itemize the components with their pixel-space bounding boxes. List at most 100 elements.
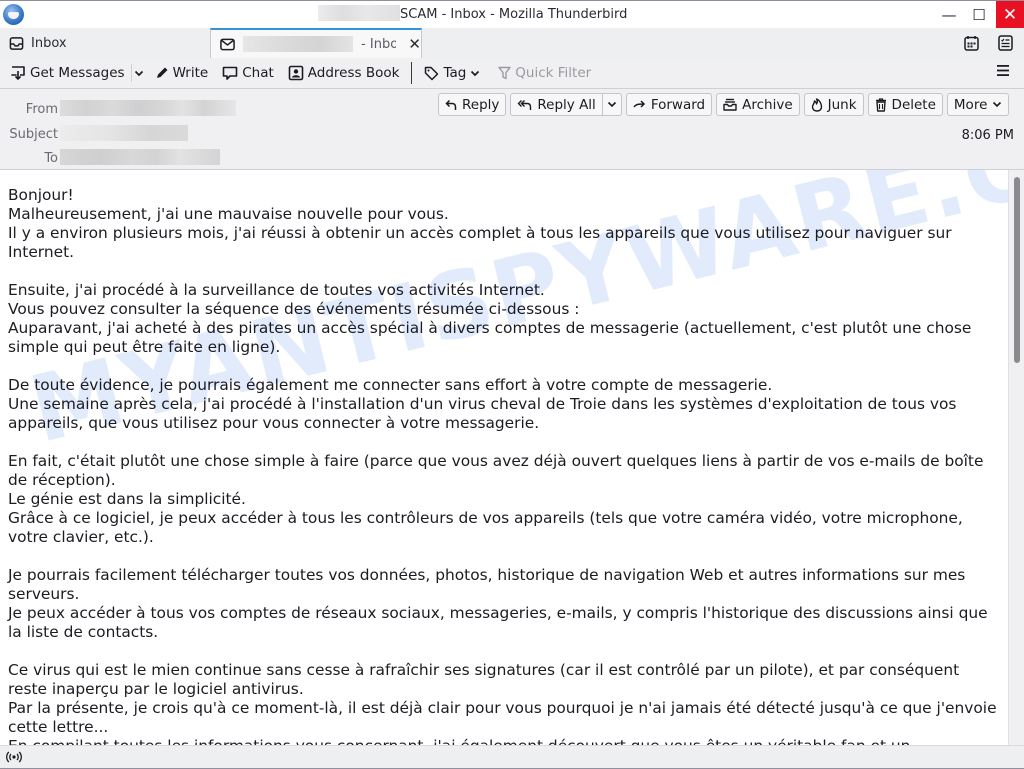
reply-label: Reply xyxy=(462,96,500,113)
download-icon xyxy=(10,65,26,81)
reply-all-button[interactable]: Reply All xyxy=(510,93,603,116)
forward-icon xyxy=(633,99,646,110)
flame-icon xyxy=(811,97,823,112)
chevron-down-icon xyxy=(992,101,1002,108)
message-body: MYANTISPYWARE.COM Bonjour! Malheureusemen… xyxy=(0,170,1008,745)
pencil-icon xyxy=(155,66,169,80)
thunderbird-logo-icon xyxy=(3,4,24,25)
reply-all-icon xyxy=(517,99,532,111)
tasks-icon[interactable] xyxy=(996,34,1014,52)
get-messages-dropdown[interactable] xyxy=(130,64,145,82)
junk-label: Junk xyxy=(827,96,857,113)
delete-label: Delete xyxy=(891,96,936,113)
tab-message-label: - Inbox xyxy=(361,36,397,52)
forward-label: Forward xyxy=(650,96,706,113)
message-time: 8:06 PM xyxy=(961,128,1014,143)
write-label: Write xyxy=(172,65,209,81)
title-bar: SCAM - Inbox - Mozilla Thunderbird — ☐ ✕ xyxy=(0,0,1024,28)
redacted-tab-subject xyxy=(243,36,354,52)
body-line: Le génie est dans la simplicité. xyxy=(8,490,246,508)
minimize-button[interactable]: — xyxy=(932,1,966,28)
calendar-icon[interactable] xyxy=(962,34,980,52)
get-messages-label: Get Messages xyxy=(30,65,125,81)
redacted-from-value xyxy=(60,100,236,116)
tag-button[interactable]: Tag xyxy=(422,61,482,85)
body-line: Bonjour! xyxy=(8,186,74,204)
body-line: Je peux accéder à tous vos comptes de ré… xyxy=(8,604,993,641)
app-menu-icon[interactable] xyxy=(996,64,1010,77)
close-window-button[interactable]: ✕ xyxy=(996,1,1024,28)
body-line: Grâce à ce logiciel, je peux accéder à t… xyxy=(8,509,968,546)
status-bar xyxy=(0,745,1024,769)
tab-inbox[interactable]: Inbox xyxy=(0,28,210,58)
body-line: Ensuite, j'ai procédé à la surveillance … xyxy=(8,281,545,299)
address-book-button[interactable]: Address Book xyxy=(286,61,402,85)
chat-label: Chat xyxy=(242,65,274,81)
more-button[interactable]: More xyxy=(946,93,1010,116)
body-line: Malheureusement, j'ai une mauvaise nouve… xyxy=(8,205,449,223)
toolbar-separator xyxy=(411,62,413,84)
reply-all-split: Reply All xyxy=(510,93,622,116)
address-book-icon xyxy=(288,65,304,81)
window-title: SCAM - Inbox - Mozilla Thunderbird xyxy=(400,7,628,22)
trash-icon xyxy=(875,97,887,112)
envelope-icon xyxy=(220,38,235,51)
get-messages-button[interactable]: Get Messages xyxy=(8,61,127,85)
redacted-to-value xyxy=(60,149,220,165)
body-line: Je pourrais facilement télécharger toute… xyxy=(8,566,971,603)
archive-button[interactable]: Archive xyxy=(716,93,800,116)
filter-icon xyxy=(498,66,511,80)
main-toolbar: Get Messages Write Chat Address Book Tag… xyxy=(0,58,1024,89)
chevron-down-icon xyxy=(470,70,480,77)
to-label: To xyxy=(44,151,58,166)
delete-button[interactable]: Delete xyxy=(867,93,943,116)
reply-button[interactable]: Reply xyxy=(438,93,507,116)
write-button[interactable]: Write xyxy=(153,61,211,85)
tag-label: Tag xyxy=(443,65,467,81)
body-line: En fait, c'était plutôt une chose simple… xyxy=(8,452,989,489)
junk-button[interactable]: Junk xyxy=(803,93,864,116)
inbox-icon xyxy=(9,36,24,51)
message-scrollbar[interactable] xyxy=(1008,170,1024,745)
forward-button[interactable]: Forward xyxy=(625,93,713,116)
body-line: Auparavant, j'ai acheté à des pirates un… xyxy=(8,319,977,356)
archive-icon xyxy=(723,98,737,111)
chevron-down-icon xyxy=(134,70,144,77)
message-body-text: Bonjour! Malheureusement, j'ai une mauvai… xyxy=(8,186,1003,745)
chat-button[interactable]: Chat xyxy=(220,61,276,85)
reply-all-label: Reply All xyxy=(537,96,596,113)
body-line: Par la présente, je crois qu'à ce moment… xyxy=(8,699,1002,736)
quick-filter-label: Quick Filter xyxy=(515,65,592,81)
message-header: From Subject To Reply Reply All Forward … xyxy=(0,89,1024,170)
reply-icon xyxy=(445,99,457,111)
archive-label: Archive xyxy=(742,96,793,113)
subject-label: Subject xyxy=(9,127,58,142)
body-line: Ce virus qui est le mien continue sans c… xyxy=(8,661,965,698)
body-line: De toute évidence, je pourrais également… xyxy=(8,376,773,394)
tag-icon xyxy=(424,66,439,81)
body-line: Vous pouvez consulter la séquence des év… xyxy=(8,300,580,318)
from-label: From xyxy=(25,102,58,117)
close-tab-icon[interactable]: ✕ xyxy=(408,35,421,53)
tab-bar: Inbox - Inbox ✕ xyxy=(0,28,1024,58)
scrollbar-thumb[interactable] xyxy=(1014,177,1020,363)
body-line: Une semaine après cela, j'ai procédé à l… xyxy=(8,395,962,432)
chevron-down-icon xyxy=(607,101,617,108)
redacted-title-part xyxy=(318,5,400,21)
tab-message[interactable]: - Inbox ✕ xyxy=(210,28,422,58)
quick-filter-button[interactable]: Quick Filter xyxy=(496,61,593,85)
message-actions: Reply Reply All Forward Archive Junk Del… xyxy=(438,93,1010,116)
redacted-subject-value xyxy=(60,125,188,141)
more-label: More xyxy=(953,96,988,113)
online-status-icon[interactable] xyxy=(6,750,22,764)
tab-inbox-label: Inbox xyxy=(31,35,67,51)
reply-all-dropdown[interactable] xyxy=(602,93,622,116)
address-book-label: Address Book xyxy=(307,65,400,81)
maximize-button[interactable]: ☐ xyxy=(962,1,996,28)
chat-icon xyxy=(222,66,238,81)
